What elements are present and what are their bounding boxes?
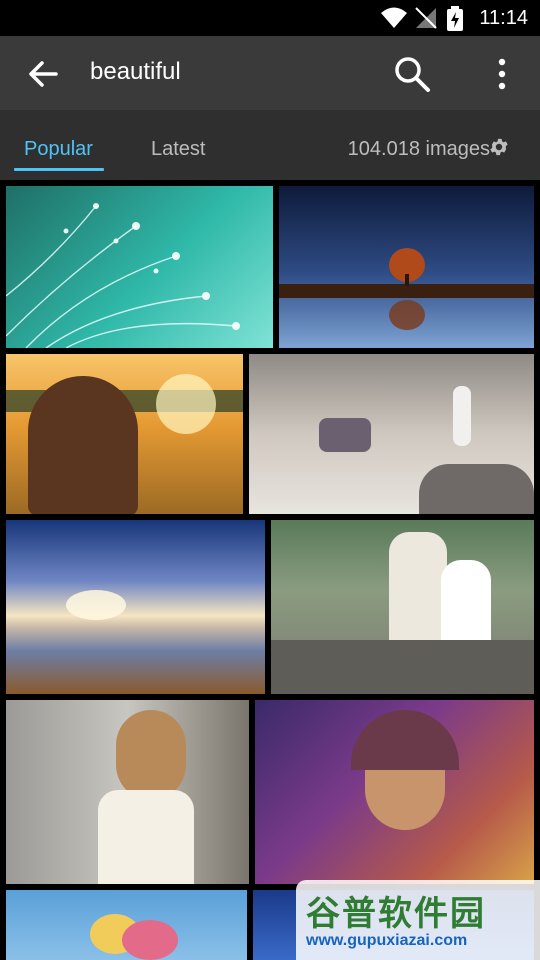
settings-gear-icon[interactable] xyxy=(488,136,510,158)
tab-indicator xyxy=(14,168,104,171)
back-arrow-icon[interactable] xyxy=(22,54,62,94)
search-icon[interactable] xyxy=(392,54,432,94)
dandelion-art xyxy=(6,203,240,348)
wallpaper-beach-sunset[interactable] xyxy=(6,520,265,694)
wallpaper-girl-sunset-field[interactable] xyxy=(6,354,243,514)
search-query[interactable]: beautiful xyxy=(90,58,181,86)
no-signal-icon xyxy=(415,7,437,29)
battery-charging-icon xyxy=(447,6,463,31)
tab-popular[interactable]: Popular xyxy=(24,138,93,161)
wallpaper-fantasy-woman-clouds[interactable] xyxy=(249,354,534,514)
wallpaper-girl-stone-steps[interactable] xyxy=(6,700,249,884)
tab-latest[interactable]: Latest xyxy=(151,138,205,161)
wallpaper-dandelion-drops[interactable] xyxy=(6,186,273,348)
image-count: 104.018 images xyxy=(347,138,490,160)
wallpaper-woman-white-tiger[interactable] xyxy=(271,520,534,694)
tab-bar: Popular Latest 104.018 images xyxy=(0,110,540,180)
watermark-url: www.gupuxiazai.com xyxy=(306,932,468,949)
more-vert-icon[interactable] xyxy=(488,54,516,94)
wallpaper-rose-flower[interactable] xyxy=(6,890,247,960)
watermark-logo: 谷普软件园 www.gupuxiazai.com xyxy=(296,880,540,960)
app-bar: beautiful xyxy=(0,36,540,110)
wallpaper-lone-tree-reflection[interactable] xyxy=(279,186,534,348)
clock: 11:14 xyxy=(479,7,528,29)
image-grid xyxy=(0,180,540,960)
wallpaper-woman-portrait-neon[interactable] xyxy=(255,700,534,884)
status-bar: 11:14 xyxy=(0,0,540,36)
wifi-icon xyxy=(381,7,407,28)
watermark-title: 谷普软件园 xyxy=(306,895,486,933)
